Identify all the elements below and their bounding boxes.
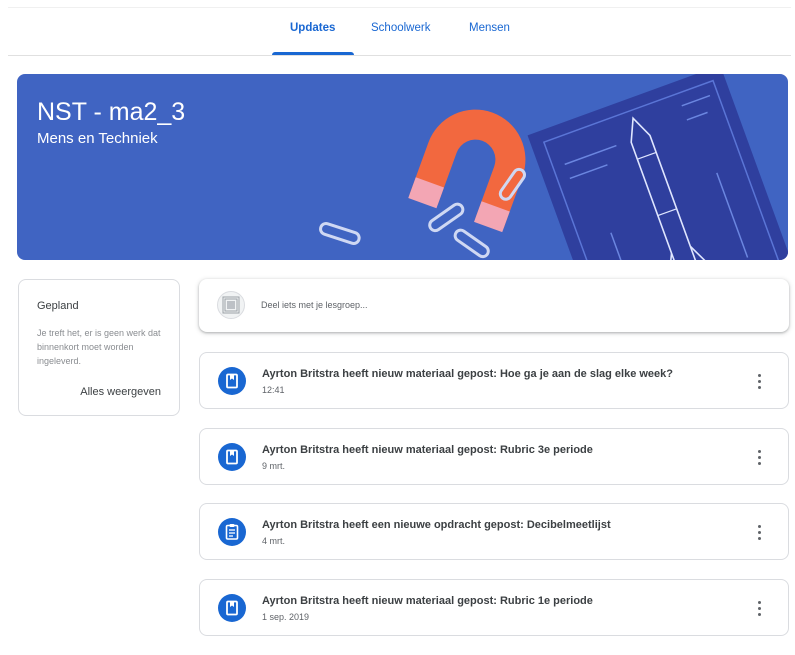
tab-updates[interactable]: Updates [290,22,335,34]
material-icon [218,443,246,471]
view-all-button[interactable]: Alles weergeven [80,386,161,398]
stream-item-title: Ayrton Britstra heeft een nieuwe opdrach… [262,519,611,531]
share-with-class-box[interactable]: Deel iets met je lesgroep... [199,279,789,332]
avatar [217,291,245,319]
nav-divider [8,55,791,56]
share-placeholder: Deel iets met je lesgroep... [261,300,368,310]
stream-item[interactable]: Ayrton Britstra heeft nieuw materiaal ge… [199,579,789,636]
stream-item-date: 4 mrt. [262,536,286,546]
more-options-icon[interactable] [752,521,768,543]
stream-item-date: 1 sep. 2019 [262,612,310,622]
magnet-image [408,109,526,233]
upcoming-title: Gepland [37,300,79,312]
upcoming-empty-text: Je treft het, er is geen werk dat binnen… [37,328,161,366]
class-subtitle: Mens en Techniek [37,130,158,147]
more-options-icon[interactable] [752,597,768,619]
stream-item[interactable]: Ayrton Britstra heeft een nieuwe opdrach… [199,503,789,560]
tab-schoolwerk[interactable]: Schoolwerk [371,22,430,34]
stream-item-date: 12:41 [262,385,285,395]
stream-item[interactable]: Ayrton Britstra heeft nieuw materiaal ge… [199,428,789,485]
more-options-icon[interactable] [752,370,768,392]
stream-item-title: Ayrton Britstra heeft nieuw materiaal ge… [262,444,593,456]
stream-item-date: 9 mrt. [262,461,286,471]
material-icon [218,594,246,622]
tab-mensen[interactable]: Mensen [469,22,510,34]
top-divider [8,7,791,8]
stream-item[interactable]: Ayrton Britstra heeft nieuw materiaal ge… [199,352,789,409]
class-banner: NST - ma2_3 Mens en Techniek [17,74,788,260]
more-options-icon[interactable] [752,446,768,468]
stream-item-title: Ayrton Britstra heeft nieuw materiaal ge… [262,595,593,607]
material-icon [218,367,246,395]
blueprint-image [527,74,788,260]
assignment-icon [218,518,246,546]
stream-item-title: Ayrton Britstra heeft nieuw materiaal ge… [262,368,673,380]
upcoming-card: Gepland Je treft het, er is geen werk da… [18,279,180,416]
class-title: NST - ma2_3 [37,98,186,126]
top-navigation: Updates Schoolwerk Mensen [0,0,795,56]
